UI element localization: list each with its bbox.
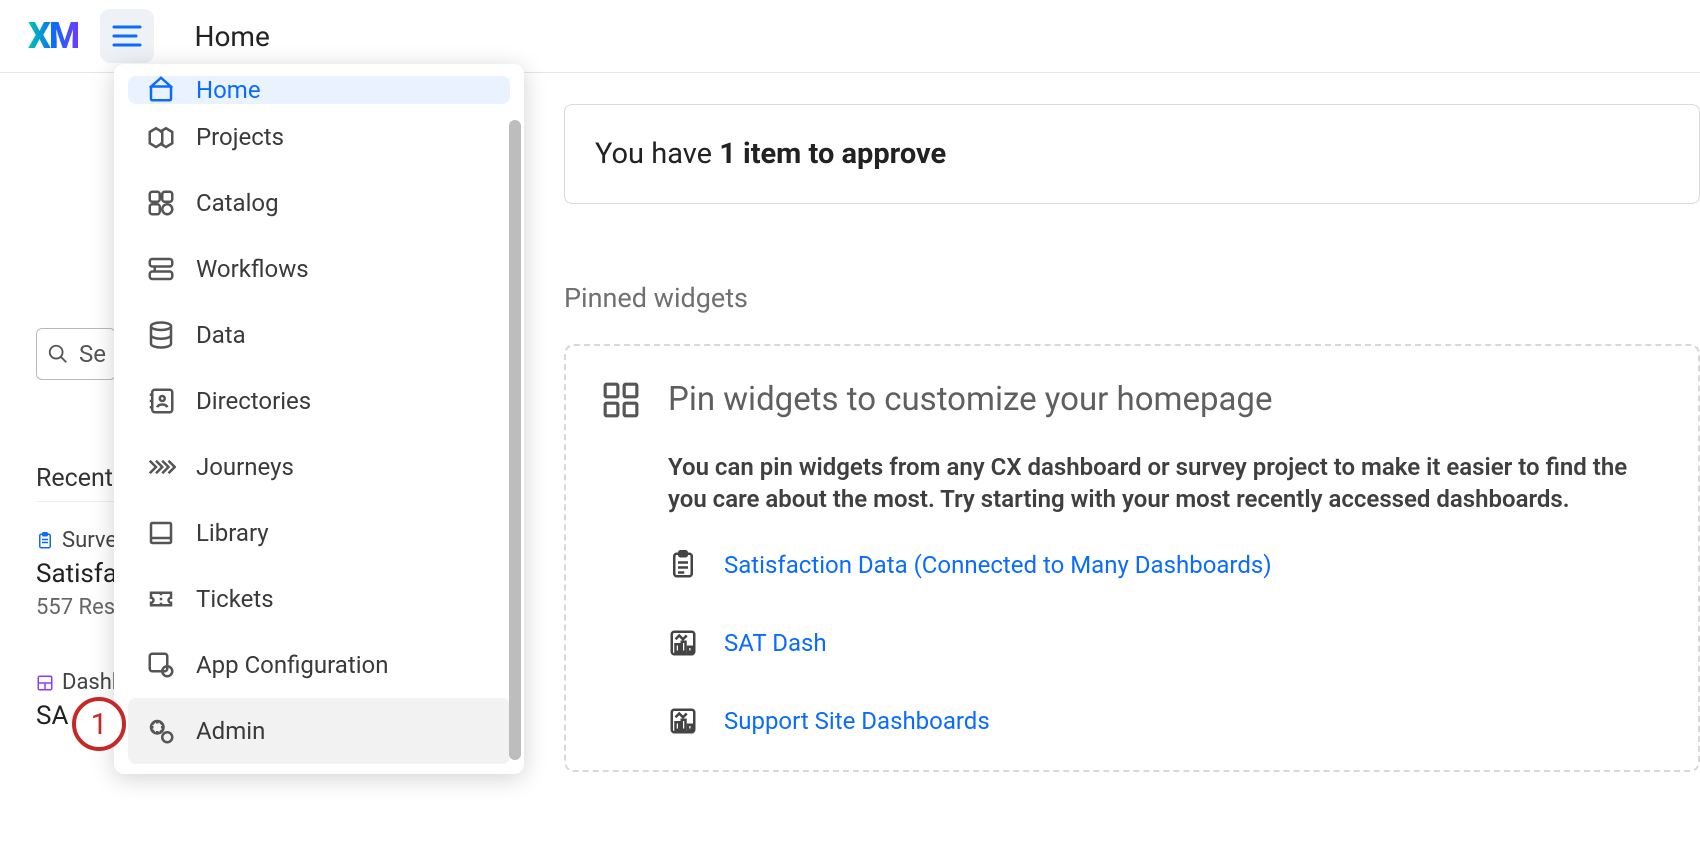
menu-item-label: App Configuration <box>196 651 388 679</box>
menu-item-app-configuration[interactable]: App Configuration <box>128 632 510 698</box>
main-menu-panel: Home Projects Catalog Workflows Data Dir… <box>114 64 524 774</box>
menu-item-admin[interactable]: Admin <box>128 698 510 764</box>
menu-item-library[interactable]: Library <box>128 500 510 566</box>
search-placeholder: Se <box>79 340 106 368</box>
menu-item-journeys[interactable]: Journeys <box>128 434 510 500</box>
pinned-widgets-title: Pinned widgets <box>564 282 1700 314</box>
menu-item-label: Projects <box>196 123 284 151</box>
pin-widgets-box: Pin widgets to customize your homepage Y… <box>564 344 1700 772</box>
menu-item-label: Directories <box>196 387 311 415</box>
menu-item-label: Library <box>196 519 269 547</box>
search-input[interactable]: Se <box>36 328 116 380</box>
dashboard-icon <box>668 706 698 736</box>
menu-item-label: Home <box>196 76 261 104</box>
menu-item-directories[interactable]: Directories <box>128 368 510 434</box>
pin-description: You can pin widgets from any CX dashboar… <box>668 451 1662 516</box>
dashboard-icon <box>668 628 698 658</box>
menu-item-label: Workflows <box>196 255 309 283</box>
pin-header: Pin widgets to customize your homepage <box>602 380 1662 419</box>
menu-item-label: Admin <box>196 717 265 745</box>
pin-link-sat-dash[interactable]: SAT Dash <box>668 628 1662 658</box>
catalog-icon <box>146 188 176 218</box>
widgets-grid-icon <box>602 381 640 419</box>
menu-item-label: Tickets <box>196 585 274 613</box>
pin-link-label: SAT Dash <box>724 629 827 657</box>
hamburger-icon <box>112 24 142 48</box>
pin-link-satisfaction-data[interactable]: Satisfaction Data (Connected to Many Das… <box>668 550 1662 580</box>
approve-card[interactable]: You have 1 item to approve <box>564 104 1700 204</box>
header-bar: XM Home <box>0 0 1700 73</box>
menu-scrollbar[interactable] <box>509 120 521 760</box>
menu-item-label: Journeys <box>196 453 294 481</box>
search-icon <box>47 343 69 365</box>
menu-item-catalog[interactable]: Catalog <box>128 170 510 236</box>
menu-item-label: Data <box>196 321 246 349</box>
menu-item-projects[interactable]: Projects <box>128 104 510 170</box>
recent-type-label: Survey <box>62 528 116 553</box>
tickets-icon <box>146 584 176 614</box>
projects-icon <box>146 122 176 152</box>
pin-link-support-site-dashboards[interactable]: Support Site Dashboards <box>668 706 1662 736</box>
main-content: You have 1 item to approve Pinned widget… <box>564 104 1700 772</box>
page-title: Home <box>194 20 269 53</box>
main-menu-button[interactable] <box>100 9 154 63</box>
menu-item-label: Catalog <box>196 189 279 217</box>
data-icon <box>146 320 176 350</box>
recent-type-label: Dashb <box>62 670 116 695</box>
admin-icon <box>146 716 176 746</box>
journeys-icon <box>146 452 176 482</box>
recent-title: Satisfac <box>36 559 116 589</box>
clipboard-icon <box>36 531 54 551</box>
menu-item-home[interactable]: Home <box>128 76 510 104</box>
pin-link-label: Support Site Dashboards <box>724 707 990 735</box>
menu-item-workflows[interactable]: Workflows <box>128 236 510 302</box>
directories-icon <box>146 386 176 416</box>
recent-sub: 557 Respo <box>36 595 116 620</box>
annotation-badge-1: 1 <box>72 697 126 751</box>
recently-heading: Recently <box>36 464 116 502</box>
pin-link-label: Satisfaction Data (Connected to Many Das… <box>724 551 1272 579</box>
dashboard-small-icon <box>36 674 54 692</box>
approve-prefix: You have <box>595 137 719 171</box>
approve-count: 1 item to approve <box>719 137 946 171</box>
pin-title: Pin widgets to customize your homepage <box>668 380 1272 419</box>
app-config-icon <box>146 650 176 680</box>
menu-item-data[interactable]: Data <box>128 302 510 368</box>
clipboard-icon <box>668 550 698 580</box>
recent-item[interactable]: Survey Satisfac 557 Respo <box>36 528 116 620</box>
xm-logo: XM <box>28 15 78 57</box>
home-icon <box>146 76 176 104</box>
menu-item-tickets[interactable]: Tickets <box>128 566 510 632</box>
workflows-icon <box>146 254 176 284</box>
library-icon <box>146 518 176 548</box>
main-menu-scroll[interactable]: Home Projects Catalog Workflows Data Dir… <box>114 64 524 774</box>
